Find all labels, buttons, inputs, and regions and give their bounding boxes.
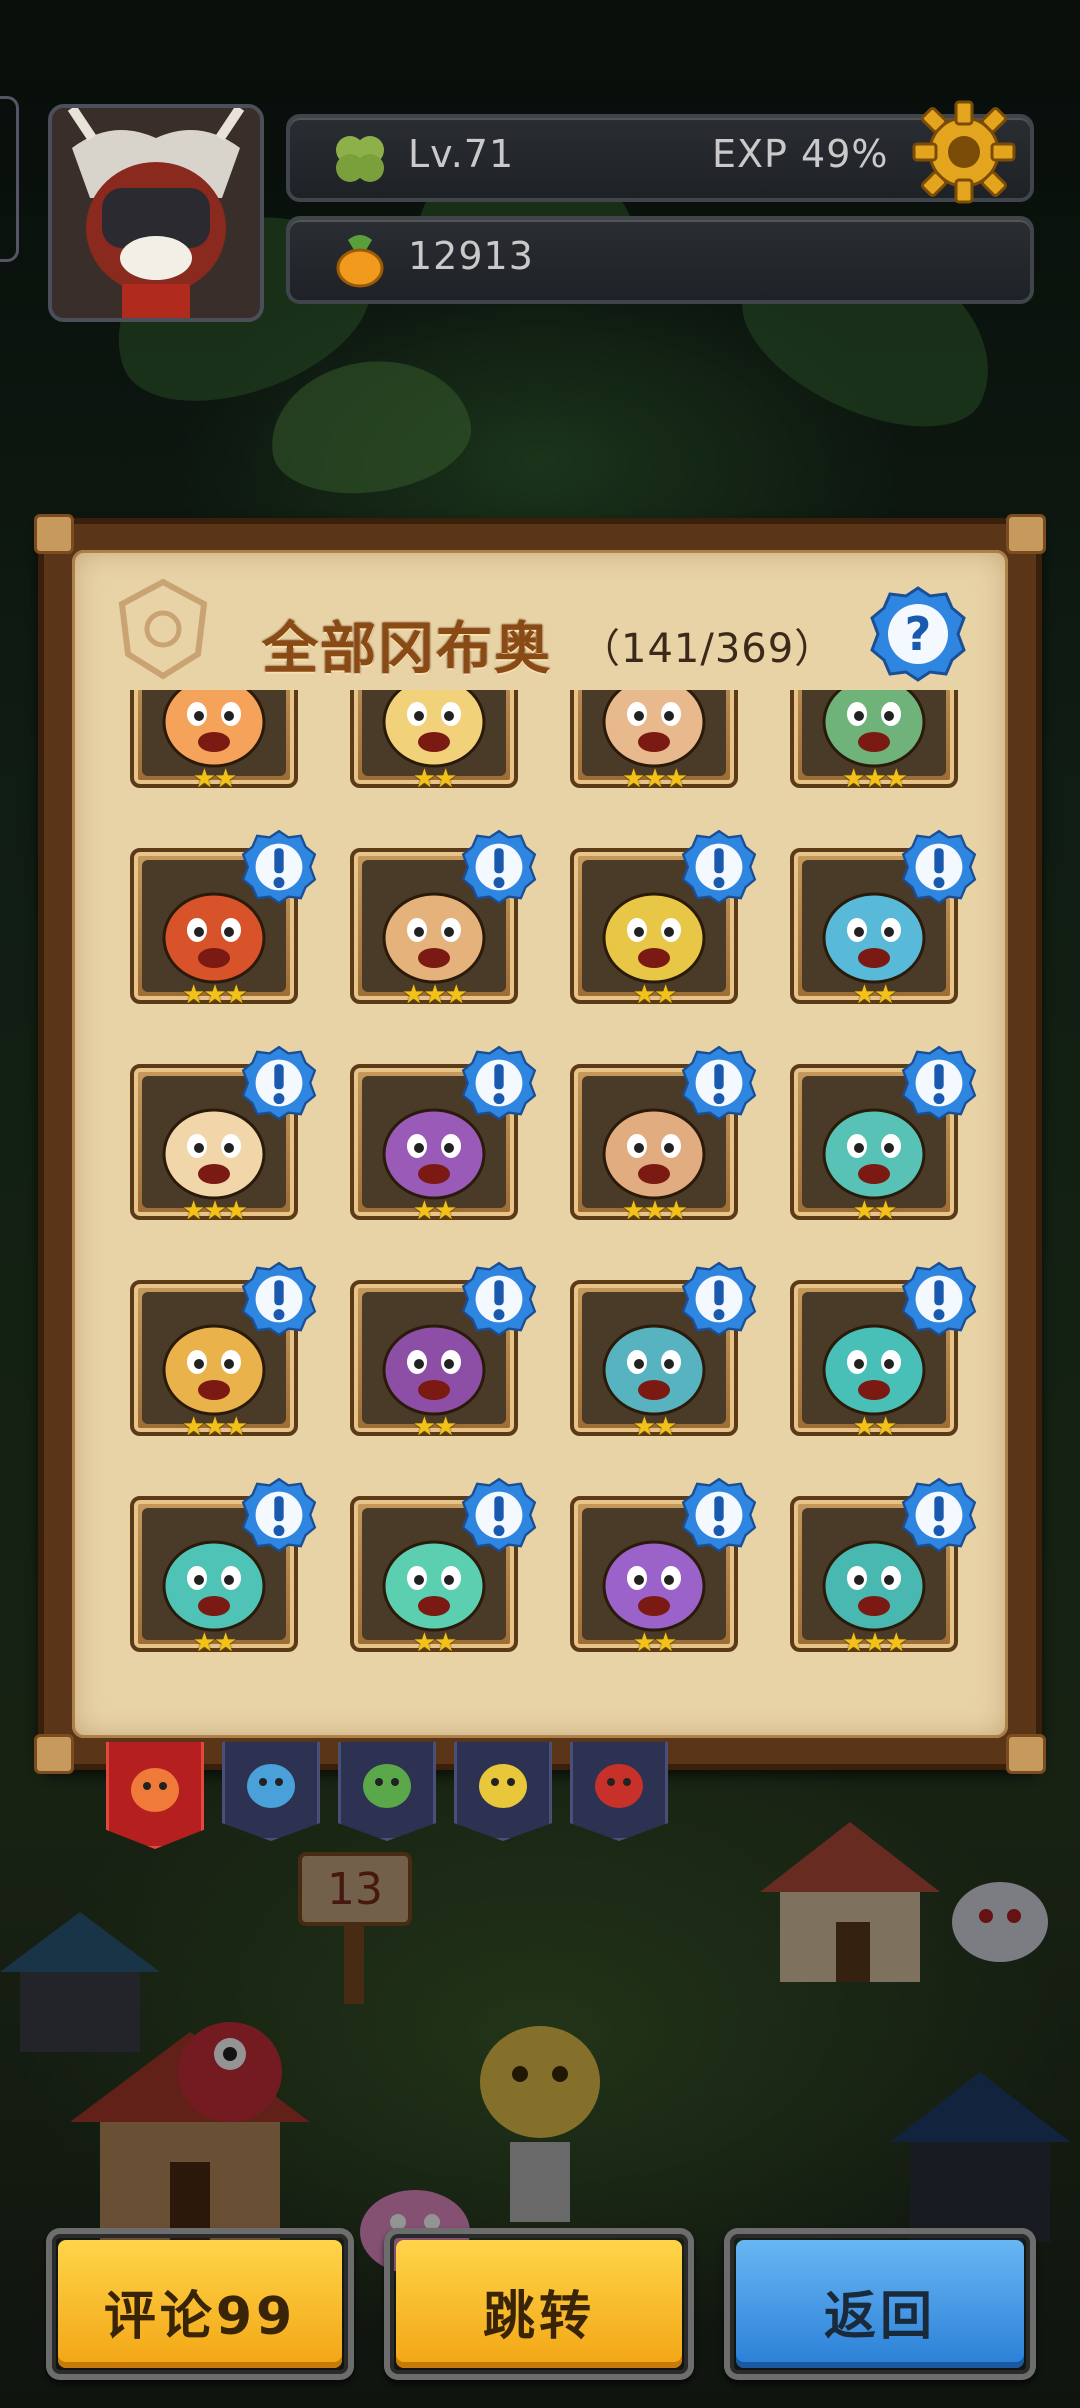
- new-alert-icon: [461, 829, 537, 905]
- hero-frame: ★★: [130, 690, 298, 794]
- collection-count: （141/369）: [580, 626, 836, 672]
- hero-card[interactable]: ★★★: [748, 690, 968, 848]
- hero-card[interactable]: ★★★: [528, 1045, 757, 1280]
- hero-card[interactable]: ★★★: [308, 829, 537, 1064]
- hero-stars: ★★: [632, 980, 678, 1010]
- hero-frame: ★★: [350, 690, 518, 794]
- hero-stars: ★★★: [402, 980, 468, 1010]
- hero-card[interactable]: ★★: [748, 1045, 977, 1280]
- new-alert-icon: [241, 829, 317, 905]
- hero-stars: ★★★: [842, 764, 908, 794]
- back-button-label: 返回: [823, 2287, 936, 2347]
- new-alert-icon: [901, 1045, 977, 1121]
- hero-stars: ★★: [632, 1628, 678, 1658]
- hero-stars: ★★: [192, 764, 238, 794]
- hero-card[interactable]: ★★: [528, 829, 757, 1064]
- new-alert-icon: [681, 829, 757, 905]
- hero-card[interactable]: ★★: [308, 1045, 537, 1280]
- hero-stars: ★★: [412, 1412, 458, 1442]
- hero-card[interactable]: ★★: [88, 690, 308, 848]
- hero-card[interactable]: ★★: [88, 1477, 317, 1710]
- category-tab[interactable]: [106, 1742, 204, 1849]
- hero-card[interactable]: ★★: [748, 829, 977, 1064]
- hero-stars: ★★: [412, 764, 458, 794]
- hero-stars: ★★: [852, 1196, 898, 1226]
- fruit-currency-icon: [336, 235, 384, 288]
- back-button[interactable]: 返回: [724, 2228, 1036, 2380]
- new-alert-icon: [461, 1045, 537, 1121]
- hero-card[interactable]: ★★: [528, 1261, 757, 1496]
- hero-card[interactable]: ★★★: [528, 690, 748, 848]
- hero-stars: ★★★: [842, 1628, 908, 1658]
- settings-gear-icon[interactable]: [912, 100, 1016, 204]
- hero-frame: ★★★: [570, 690, 738, 794]
- jump-button[interactable]: 跳转: [384, 2228, 694, 2380]
- new-alert-icon: [241, 1477, 317, 1553]
- hero-card[interactable]: ★★: [748, 1261, 977, 1496]
- panel-corner: [34, 514, 74, 554]
- new-alert-icon: [901, 1477, 977, 1553]
- player-avatar[interactable]: [48, 104, 264, 322]
- new-alert-icon: [901, 829, 977, 905]
- new-alert-icon: [241, 1261, 317, 1337]
- level-text: Lv.71: [408, 132, 515, 176]
- hero-card[interactable]: ★★: [308, 1261, 537, 1496]
- hero-stars: ★★★: [622, 1196, 688, 1226]
- emblem-icon: [118, 578, 208, 680]
- red-demon-icon: [595, 1764, 643, 1809]
- hero-grid: ★★ ★★ ★★★ ★★★ ★★★ ★★★ ★★ ★★ ★★★ ★★ ★★★ ★★ ★★★ ★★ ★★ ★★ ★…: [88, 690, 992, 1710]
- new-alert-icon: [461, 1261, 537, 1337]
- svg-text:?: ?: [905, 607, 932, 661]
- hero-stars: ★★: [412, 1628, 458, 1658]
- hero-card[interactable]: ★★★: [88, 1261, 317, 1496]
- comment-button-label: 评论99: [103, 2287, 297, 2347]
- panel-corner: [34, 1734, 74, 1774]
- yellow-star-icon: [479, 1764, 527, 1809]
- new-alert-icon: [681, 1261, 757, 1337]
- hero-card[interactable]: ★★: [308, 690, 528, 848]
- hero-card[interactable]: ★★★: [88, 1045, 317, 1280]
- category-tab[interactable]: [338, 1742, 436, 1841]
- collection-title: 全部冈布奥: [262, 617, 552, 682]
- new-alert-icon: [901, 1261, 977, 1337]
- category-tab[interactable]: [222, 1742, 320, 1841]
- hero-card[interactable]: ★★★: [748, 1477, 977, 1710]
- hero-card[interactable]: ★★★: [88, 829, 317, 1064]
- jump-button-label: 跳转: [482, 2287, 595, 2347]
- hero-stars: ★★: [852, 980, 898, 1010]
- hero-stars: ★★: [412, 1196, 458, 1226]
- all-heroes-icon: [131, 1767, 179, 1812]
- clover-icon: [336, 136, 384, 182]
- hero-stars: ★★★: [182, 1412, 248, 1442]
- currency-bar: 12913: [286, 216, 1034, 304]
- question-icon[interactable]: ?: [868, 584, 968, 684]
- currency-amount: 12913: [408, 234, 534, 278]
- new-alert-icon: [461, 1477, 537, 1553]
- hero-stars: ★★: [852, 1412, 898, 1442]
- exp-text: EXP 49%: [712, 132, 889, 176]
- green-leaf-icon: [363, 1764, 411, 1809]
- new-alert-icon: [241, 1045, 317, 1121]
- hero-frame: ★★★: [790, 690, 958, 794]
- side-menu-tab[interactable]: [0, 96, 19, 262]
- new-alert-icon: [681, 1477, 757, 1553]
- hero-stars: ★★★: [182, 980, 248, 1010]
- panel-corner: [1006, 1734, 1046, 1774]
- new-alert-icon: [681, 1045, 757, 1121]
- comment-button[interactable]: 评论99: [46, 2228, 354, 2380]
- hero-stars: ★★★: [182, 1196, 248, 1226]
- hero-stars: ★★: [192, 1628, 238, 1658]
- category-tab[interactable]: [454, 1742, 552, 1841]
- panel-corner: [1006, 514, 1046, 554]
- hero-card[interactable]: ★★: [528, 1477, 757, 1710]
- hero-stars: ★★★: [622, 764, 688, 794]
- category-tab[interactable]: [570, 1742, 668, 1841]
- hero-stars: ★★: [632, 1412, 678, 1442]
- blue-ghost-icon: [247, 1764, 295, 1809]
- hero-card[interactable]: ★★: [308, 1477, 537, 1710]
